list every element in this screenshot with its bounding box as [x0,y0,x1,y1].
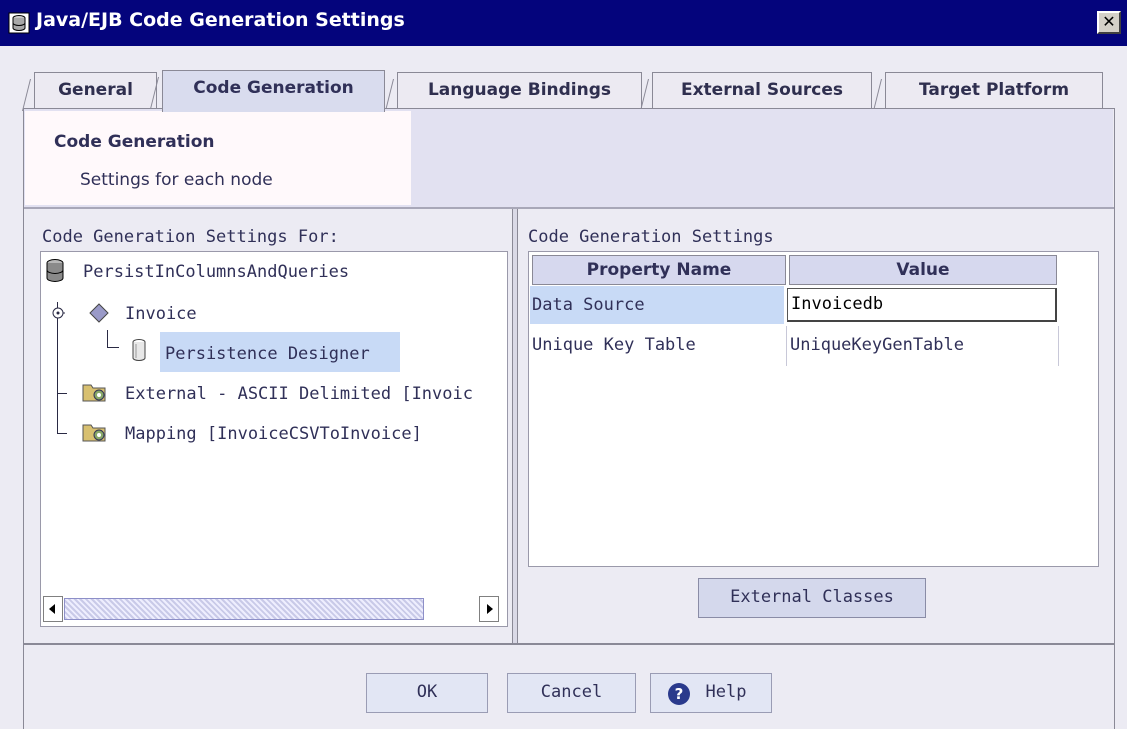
header-card [25,111,411,205]
help-button-label: Help [705,682,747,702]
close-button[interactable]: ✕ [1097,11,1121,34]
tree-connector [107,347,119,348]
tree-panel-label: Code Generation Settings For: [42,227,339,247]
tree-connector [57,393,67,394]
folder-gear-icon [82,384,106,402]
help-icon: ? [668,683,690,705]
settings-panel-label: Code Generation Settings [528,227,774,247]
window-title: Java/EJB Code Generation Settings [36,9,405,31]
tree-item-invoice[interactable]: Invoice [125,304,197,324]
tree-connector [107,330,108,348]
external-classes-button[interactable]: External Classes [698,578,926,618]
ok-button[interactable]: OK [366,673,488,713]
cancel-button[interactable]: Cancel [507,673,636,713]
folder-gear-icon [82,424,106,442]
arrow-right-icon [487,604,493,614]
cylinder-icon [132,339,146,361]
tree-horizontal-scrollbar[interactable] [43,596,499,622]
arrow-left-icon [49,604,55,614]
panel-splitter[interactable] [512,209,518,643]
section-title: Code Generation [54,132,215,152]
title-bar: Java/EJB Code Generation Settings ✕ [0,0,1127,46]
data-source-value-input[interactable]: Invoicedb [787,288,1057,322]
property-name-cell[interactable]: Unique Key Table [530,326,784,364]
diamond-icon [89,303,109,323]
node-tree[interactable]: PersistInColumnsAndQueries Invoice Persi… [40,251,508,627]
column-header-value[interactable]: Value [789,255,1057,285]
tab-target-platform[interactable]: Target Platform [885,72,1103,108]
tree-item-mapping[interactable]: Mapping [InvoiceCSVToInvoice] [125,424,422,444]
scroll-left-button[interactable] [43,596,63,622]
help-button[interactable]: ? Help [650,673,772,713]
database-icon [8,12,30,34]
tab-general[interactable]: General [34,72,157,108]
svg-text:?: ? [675,685,684,703]
tree-connector [57,302,58,434]
column-header-property-name[interactable]: Property Name [532,255,786,285]
tab-code-generation[interactable]: Code Generation [162,70,385,112]
grid-column-divider [786,326,787,366]
tab-external-sources[interactable]: External Sources [652,72,872,108]
content-bottom-rule [24,643,1114,645]
section-subtitle: Settings for each node [80,170,273,190]
tree-connector [57,433,67,434]
scrollbar-thumb[interactable] [64,598,424,620]
database-icon [46,259,64,282]
property-name-cell[interactable]: Data Source [530,286,784,324]
tab-language-bindings[interactable]: Language Bindings [397,72,642,108]
tree-item-persistence-designer[interactable]: Persistence Designer [165,344,370,364]
tree-item-root[interactable]: PersistInColumnsAndQueries [83,262,349,282]
grid-column-divider [1058,326,1059,366]
scroll-right-button[interactable] [479,596,499,622]
property-value-cell[interactable]: UniqueKeyGenTable [788,326,1056,364]
tree-item-external-source[interactable]: External - ASCII Delimited [Invoic [125,384,473,404]
expand-toggle-icon[interactable] [51,306,65,320]
